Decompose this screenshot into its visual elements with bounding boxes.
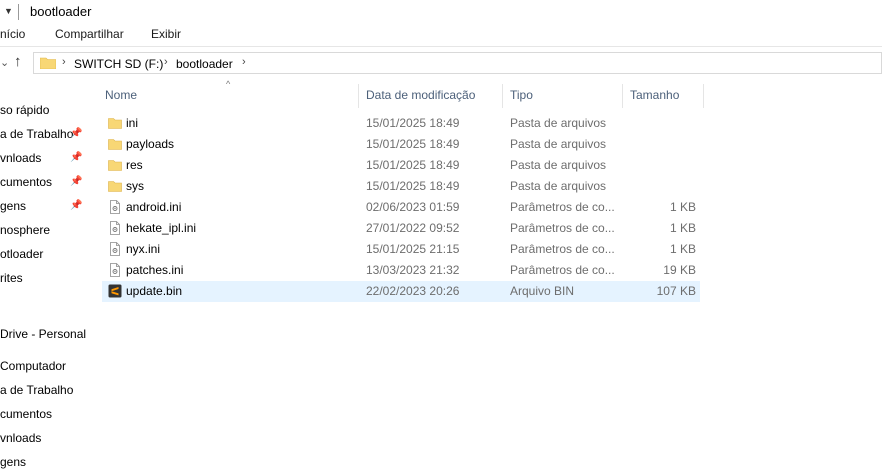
pin-icon: 📌 (70, 176, 83, 187)
folder-icon (108, 116, 122, 130)
breadcrumb-drive[interactable]: SWITCH SD (F:) (74, 57, 163, 71)
pin-icon: 📌 (70, 128, 83, 139)
sidebar-item-este-computador[interactable]: Computador (0, 359, 66, 373)
file-type: Parâmetros de co... (510, 242, 615, 256)
address-bar[interactable]: › SWITCH SD (F:) › bootloader › (33, 52, 882, 74)
column-header-size[interactable]: Tamanho (630, 88, 679, 102)
title-bar: ▼ bootloader (0, 0, 882, 24)
column-divider[interactable] (358, 84, 359, 108)
quick-access-dropdown-icon[interactable]: ▼ (4, 6, 13, 16)
sublime-file-icon (108, 284, 122, 298)
file-name: patches.ini (126, 263, 184, 277)
title-separator (18, 4, 19, 20)
ini-file-icon (108, 242, 122, 256)
sidebar-item-documentos[interactable]: cumentos (0, 175, 52, 189)
file-type: Parâmetros de co... (510, 221, 615, 235)
back-chevron-icon[interactable]: ⌄ (0, 56, 9, 69)
file-name: hekate_ipl.ini (126, 221, 197, 235)
column-header-date[interactable]: Data de modificação (366, 88, 475, 102)
folder-icon (40, 57, 56, 69)
file-type: Pasta de arquivos (510, 179, 607, 193)
ini-file-icon (108, 263, 122, 277)
file-name: sys (126, 179, 144, 193)
tab-inicio[interactable]: nício (0, 27, 25, 41)
sidebar-item-onedrive[interactable]: Drive - Personal (0, 327, 86, 341)
folder-icon (108, 179, 122, 193)
file-row[interactable]: update.bin 22/02/2023 20:26 Arquivo BIN 107… (102, 281, 700, 302)
column-header-name[interactable]: Nome (105, 88, 137, 102)
file-size: 1 KB (669, 221, 696, 235)
file-type: Parâmetros de co... (510, 263, 615, 277)
file-date: 15/01/2025 18:49 (366, 137, 460, 151)
tab-compartilhar[interactable]: Compartilhar (55, 27, 124, 41)
file-size: 1 KB (669, 200, 696, 214)
file-size: 1 KB (669, 242, 696, 256)
sidebar-item-downloads-2[interactable]: vnloads (0, 431, 41, 445)
file-date: 22/02/2023 20:26 (366, 284, 460, 298)
file-row[interactable]: hekate_ipl.ini 27/01/2022 09:52 Parâmetros… (102, 218, 700, 239)
file-date: 02/06/2023 01:59 (366, 200, 460, 214)
file-name: android.ini (126, 200, 182, 214)
ini-file-icon (108, 221, 122, 235)
sidebar-item-acesso-rapido[interactable]: so rápido (0, 103, 49, 117)
file-type: Pasta de arquivos (510, 158, 607, 172)
file-size: 107 KB (656, 284, 696, 298)
window-title: bootloader (30, 4, 92, 19)
breadcrumb-chevron-icon[interactable]: › (62, 56, 66, 68)
file-row[interactable]: sys 15/01/2025 18:49 Pasta de arquivos (102, 176, 700, 197)
sidebar-item-bootloader[interactable]: otloader (0, 247, 43, 261)
pin-icon: 📌 (70, 152, 83, 163)
file-name: res (126, 158, 143, 172)
file-date: 27/01/2022 09:52 (366, 221, 460, 235)
tab-exibir[interactable]: Exibir (151, 27, 181, 41)
sidebar-item-atmosphere[interactable]: nosphere (0, 223, 50, 237)
file-date: 15/01/2025 18:49 (366, 158, 460, 172)
breadcrumb-folder[interactable]: bootloader (176, 57, 233, 71)
file-row[interactable]: res 15/01/2025 18:49 Pasta de arquivos (102, 155, 700, 176)
pin-icon: 📌 (70, 200, 83, 211)
file-name: update.bin (126, 284, 183, 298)
file-row[interactable]: payloads 15/01/2025 18:49 Pasta de arquivo… (102, 134, 700, 155)
column-header-type[interactable]: Tipo (510, 88, 533, 102)
breadcrumb-chevron-icon[interactable]: › (164, 56, 168, 68)
file-row[interactable]: ini 15/01/2025 18:49 Pasta de arquivos (102, 113, 700, 134)
sidebar-item-downloads[interactable]: vnloads (0, 151, 41, 165)
file-date: 15/01/2025 18:49 (366, 179, 460, 193)
file-date: 15/01/2025 21:15 (366, 242, 460, 256)
sidebar-item-documentos-2[interactable]: cumentos (0, 407, 52, 421)
file-type: Pasta de arquivos (510, 137, 607, 151)
ini-file-icon (108, 200, 122, 214)
column-divider[interactable] (502, 84, 503, 108)
column-divider[interactable] (703, 84, 704, 108)
column-headers: ^ Nome Data de modificação Tipo Tamanho (98, 79, 882, 108)
sidebar-item-imagens[interactable]: gens (0, 199, 26, 213)
file-date: 15/01/2025 18:49 (366, 116, 460, 130)
navigation-pane: so rápido a de Trabalho 📌 vnloads 📌 cume… (0, 96, 90, 475)
file-type: Arquivo BIN (510, 284, 575, 298)
file-type: Parâmetros de co... (510, 200, 615, 214)
breadcrumb-chevron-icon[interactable]: › (242, 56, 246, 68)
file-type: Pasta de arquivos (510, 116, 607, 130)
file-name: ini (126, 116, 139, 130)
file-row[interactable]: nyx.ini 15/01/2025 21:15 Parâmetros de co.… (102, 239, 700, 260)
up-arrow-icon[interactable]: ↑ (14, 53, 22, 70)
folder-icon (108, 137, 122, 151)
file-size: 19 KB (663, 263, 696, 277)
sidebar-item-area-de-trabalho-2[interactable]: a de Trabalho (0, 383, 73, 397)
file-row[interactable]: patches.ini 13/03/2023 21:32 Parâmetros de… (102, 260, 700, 281)
sidebar-item-area-de-trabalho[interactable]: a de Trabalho (0, 127, 73, 141)
ribbon-tabs: nício Compartilhar Exibir (0, 24, 882, 47)
sidebar-item-imagens-2[interactable]: gens (0, 455, 26, 469)
file-row[interactable]: android.ini 02/06/2023 01:59 Parâmetros de… (102, 197, 700, 218)
sort-ascending-icon: ^ (226, 79, 231, 89)
file-name: payloads (126, 137, 175, 151)
sidebar-item-favorites[interactable]: rites (0, 271, 23, 285)
folder-icon (108, 158, 122, 172)
file-name: nyx.ini (126, 242, 161, 256)
column-divider[interactable] (622, 84, 623, 108)
file-date: 13/03/2023 21:32 (366, 263, 460, 277)
